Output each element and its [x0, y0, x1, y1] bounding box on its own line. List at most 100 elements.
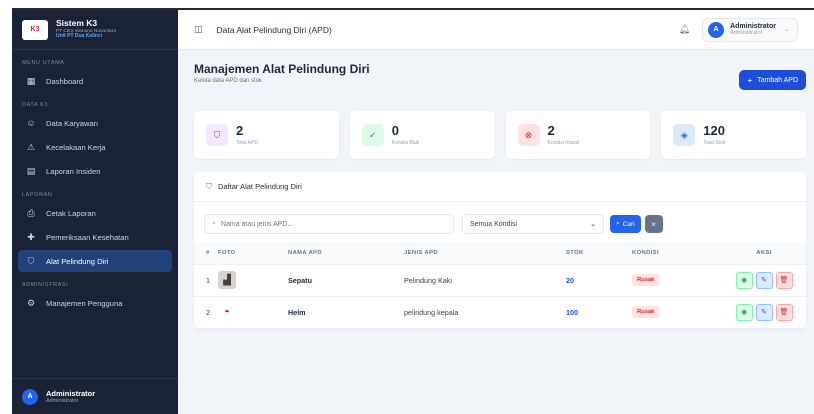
card-title: Daftar Alat Pelindung Diri [218, 182, 302, 191]
shield-icon: ⛉ [27, 255, 35, 266]
boots-photo-icon[interactable]: ▟ [218, 271, 236, 289]
edit-button[interactable]: ✎ [755, 271, 773, 289]
col-kondisi: KONDISI [632, 242, 722, 265]
avatar: A [708, 21, 725, 38]
row-photo-cell: ◓ [218, 296, 288, 329]
dashboard-icon: ▦ [26, 75, 36, 86]
section-subtitle: Kelola data APD dan stok [194, 78, 263, 84]
row-number: 1 [194, 264, 218, 297]
stat-card: ◈ 120 Total Stok [661, 111, 806, 159]
col-aksi: AKSI [722, 242, 806, 265]
stat-value: 2 [236, 123, 244, 138]
add-apd-button[interactable]: + Tambah APD [739, 70, 806, 90]
view-button[interactable]: ◉ [735, 303, 753, 321]
sidebar-item-pemeriksaan-kesehatan[interactable]: ✚ Pemeriksaan Kesehatan [18, 226, 172, 248]
view-button[interactable]: ◉ [735, 271, 753, 289]
table-row: 2 ◓ Helm pelindung kepala 100 Rusak ◉ ✎ 🗑︎ [194, 296, 806, 329]
status-badge: Rusak [632, 274, 660, 286]
sidebar-toggle-icon[interactable]: ◫ [194, 24, 203, 35]
col-no: # [194, 242, 218, 265]
row-nama: Sepatu [288, 264, 404, 297]
col-stok: STOK [566, 242, 632, 265]
row-jenis: pelindung kepala [404, 296, 566, 329]
user-name: Administrator [46, 389, 96, 398]
bell-icon[interactable]: 🔔︎ [679, 24, 690, 35]
sidebar-item-dashboard[interactable]: ▦ Dashboard [18, 70, 172, 92]
chevron-down-icon: ⌄ [590, 221, 596, 228]
sidebar-item-label: Cetak Laporan [46, 208, 96, 218]
sidebar-user[interactable]: A Administrator Administrator [12, 378, 178, 414]
search-icon: ⌕ [212, 220, 216, 227]
search-button[interactable]: ⌕ Cari [610, 215, 641, 233]
row-nama: Helm [288, 296, 404, 329]
stat-label: Kondisi Rusak [547, 140, 580, 146]
edit-button[interactable]: ✎ [755, 303, 773, 321]
app-frame: K3 Sistem K3 PT Citra Wahana Nusantara U… [12, 8, 814, 414]
plus-icon: + [747, 75, 753, 85]
delete-button[interactable]: 🗑︎ [775, 271, 793, 289]
sidebar-item-label: Alat Pelindung Diri [46, 256, 109, 266]
row-actions: ◉ ✎ 🗑︎ [722, 264, 806, 297]
shield-icon: ⛉ [206, 124, 228, 146]
sidebar: K3 Sistem K3 PT Citra Wahana Nusantara U… [12, 10, 178, 414]
brand-unit: Unit PT Dua Kelinci [56, 33, 103, 40]
add-apd-label: Tambah APD [757, 76, 798, 84]
sidebar-item-label: Manajemen Pengguna [46, 298, 123, 308]
box-icon: ◈ [673, 124, 696, 146]
delete-button[interactable]: 🗑︎ [775, 303, 793, 321]
sidebar-section-title: ADMINISTRASI [22, 282, 69, 288]
table-header-row: # FOTO NAMA APD JENIS APD STOK KONDISI A… [194, 242, 806, 265]
sidebar-item-label: Laporan Insiden [46, 166, 101, 176]
sidebar-item-data-karyawan[interactable]: ☺ Data Karyawan [18, 112, 172, 134]
row-kondisi-cell: Rusak [632, 264, 722, 297]
sidebar-item-label: Dashboard [46, 76, 84, 86]
sidebar-section-title: LAPORAN [22, 192, 53, 198]
topbar: ◫ Data Alat Pelindung Diri (APD) 🔔︎ A Ad… [178, 10, 814, 50]
sidebar-item-manajemen-pengguna[interactable]: ⚙ Manajemen Pengguna [18, 292, 172, 314]
eye-icon: ◉ [740, 309, 748, 316]
sidebar-section-title: DATA K3 [22, 102, 49, 108]
pencil-icon: ✎ [761, 309, 767, 316]
sidebar-item-kecelakaan-kerja[interactable]: ⚠ Kecelakaan Kerja [18, 136, 172, 158]
row-number: 2 [194, 296, 218, 329]
eye-icon: ◉ [740, 277, 748, 284]
pencil-icon: ✎ [761, 277, 767, 284]
printer-icon: ⎙ [27, 207, 35, 218]
trash-icon: 🗑︎ [779, 277, 789, 284]
user-role: Administrator [46, 398, 79, 404]
stat-value: 120 [703, 123, 725, 138]
sidebar-item-cetak-laporan[interactable]: ⎙ Cetak Laporan [18, 202, 172, 224]
health-icon: ✚ [27, 231, 35, 242]
user-name: Administrator [730, 22, 776, 30]
sidebar-item-label: Kecelakaan Kerja [46, 142, 106, 152]
stat-card: ⊗ 2 Kondisi Rusak [505, 111, 651, 159]
shield-icon: ⛉ [206, 181, 212, 191]
stat-card: ⛉ 2 Total APD [194, 111, 339, 159]
main-content: Manajemen Alat Pelindung Diri Kelola dat… [194, 62, 806, 329]
row-kondisi-cell: Rusak [632, 296, 722, 329]
stat-value: 2 [547, 123, 555, 138]
sidebar-item-alat-pelindung-diri[interactable]: ⛉ Alat Pelindung Diri [18, 250, 172, 272]
chevron-down-icon: ⌄ [783, 27, 789, 33]
apd-table: # FOTO NAMA APD JENIS APD STOK KONDISI A… [194, 242, 806, 329]
brand-logo: K3 [22, 19, 48, 40]
sidebar-item-laporan-insiden[interactable]: ▤ Laporan Insiden [18, 160, 172, 182]
x-circle-icon: ⊗ [517, 124, 540, 146]
search-icon: ⌕ [616, 220, 620, 227]
condition-select[interactable]: Semua Kondisi ⌄ [462, 214, 604, 234]
check-circle-icon: ✓ [361, 124, 384, 146]
row-stok: 20 [566, 264, 632, 297]
clear-filter-button[interactable]: × [644, 215, 663, 233]
brand[interactable]: K3 Sistem K3 PT Citra Wahana Nusantara U… [12, 10, 178, 50]
search-input[interactable] [220, 220, 441, 228]
helmet-photo-icon[interactable]: ◓ [218, 303, 236, 321]
col-nama: NAMA APD [288, 242, 404, 265]
col-foto: FOTO [218, 242, 288, 265]
user-menu-button[interactable]: A Administrator Administrator ⌄ [702, 17, 798, 42]
sidebar-section-title: MENU UTAMA [22, 60, 65, 66]
status-badge: Rusak [632, 306, 660, 318]
row-stok: 100 [566, 296, 632, 329]
avatar: A [22, 388, 38, 405]
stat-value: 0 [391, 123, 399, 138]
search-box: ⌕ [204, 214, 454, 234]
